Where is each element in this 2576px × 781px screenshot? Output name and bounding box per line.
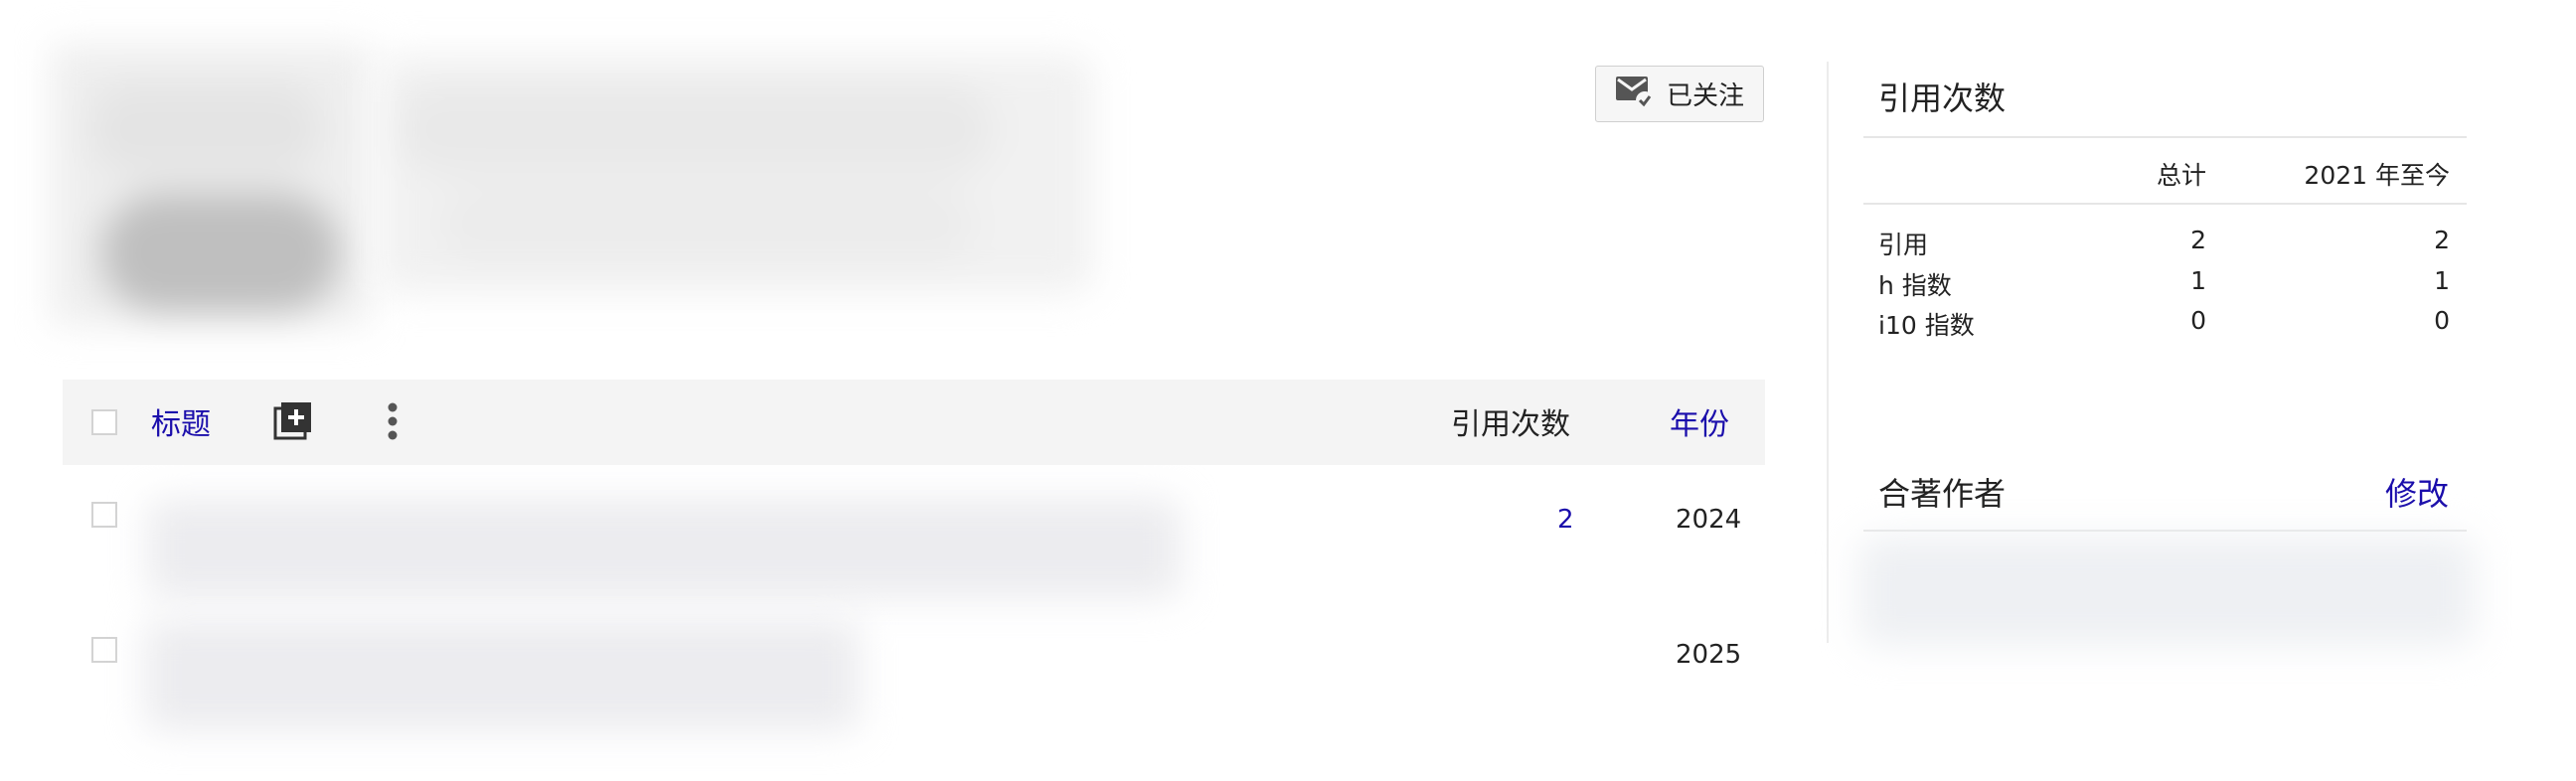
metric-all: 0 [2190, 306, 2206, 335]
article-year: 2025 [1676, 640, 1742, 670]
article-title-redacted[interactable] [144, 620, 860, 731]
citations-col-all: 总计 [2156, 161, 2206, 190]
metric-since: 1 [2434, 266, 2450, 295]
article-checkbox[interactable] [91, 502, 117, 528]
metric-all: 2 [2190, 226, 2206, 254]
coauthors-heading: 合著作者 [1878, 475, 2007, 513]
citations-col-since: 2021 年至今 [2304, 161, 2450, 190]
coauthors-list-redacted [1858, 537, 2475, 646]
mail-check-icon [1615, 75, 1655, 114]
citations-top-rule [1863, 136, 2467, 138]
citations-heading: 引用次数 [1878, 79, 2007, 117]
article-checkbox[interactable] [91, 637, 117, 663]
metric-since: 2 [2434, 226, 2450, 254]
article-title-redacted[interactable] [147, 499, 1181, 598]
citations-header-rule [1863, 203, 2467, 205]
metric-label: h 指数 [1878, 271, 1952, 300]
follow-label: 已关注 [1666, 81, 1744, 111]
select-all-checkbox[interactable] [91, 409, 117, 435]
coauthors-rule [1863, 530, 2467, 532]
column-divider [1827, 62, 1829, 643]
more-vert-icon[interactable] [386, 401, 400, 445]
add-to-library-icon[interactable] [273, 400, 313, 444]
metric-label: i10 指数 [1878, 311, 1975, 340]
sort-by-title[interactable]: 标题 [151, 399, 211, 443]
follow-button[interactable]: 已关注 [1595, 66, 1764, 122]
avatar [52, 45, 368, 325]
article-year: 2024 [1676, 505, 1742, 535]
metric-all: 1 [2190, 266, 2206, 295]
profile-info-redacted [378, 55, 1093, 293]
metric-label: 引用 [1878, 231, 1929, 259]
sort-by-year[interactable]: 年份 [1670, 399, 1729, 443]
metric-since: 0 [2434, 306, 2450, 335]
cited-by-column-header: 引用次数 [1451, 407, 1570, 442]
coauthors-edit-link[interactable]: 修改 [2385, 469, 2449, 515]
article-cited-by-link[interactable]: 2 [1557, 505, 1574, 535]
